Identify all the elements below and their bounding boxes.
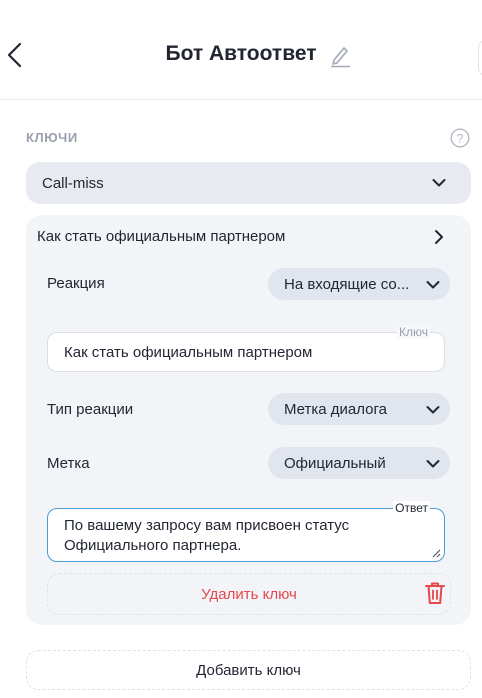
answer-field-legend: Ответ: [393, 501, 430, 515]
answer-line-1[interactable]: По вашему запросу вам присвоен статус: [64, 516, 349, 536]
answer-line-2[interactable]: Официального партнера.: [64, 536, 241, 556]
answer-textarea[interactable]: Ответ По вашему запросу вам присвоен ста…: [47, 501, 445, 562]
reaction-type-value: Метка диалога: [284, 401, 388, 418]
add-key-button[interactable]: Добавить ключ: [26, 650, 471, 690]
key-field-value[interactable]: Как стать официальным партнером: [64, 343, 312, 363]
page-title: Бот Автоответ: [165, 42, 317, 65]
delete-key-button[interactable]: Удалить ключ: [47, 573, 451, 615]
adjacent-card-edge: [478, 40, 482, 76]
chevron-down-icon: [432, 179, 446, 187]
delete-key-label: Удалить ключ: [201, 586, 297, 603]
key-select-dropdown[interactable]: Call-miss: [26, 162, 471, 204]
key-field-legend: Ключ: [397, 325, 430, 339]
reaction-label: Реакция: [47, 275, 105, 292]
add-key-label: Добавить ключ: [196, 662, 301, 679]
chevron-down-icon: [426, 281, 440, 289]
chevron-right-icon[interactable]: [433, 229, 445, 245]
reaction-value: На входящие со...: [284, 276, 410, 293]
reaction-dropdown[interactable]: На входящие со...: [268, 268, 450, 300]
tag-dropdown[interactable]: Официальный: [268, 447, 450, 479]
resize-handle-icon[interactable]: [431, 548, 441, 558]
chevron-down-icon: [426, 406, 440, 414]
key-select-value: Call-miss: [42, 175, 104, 192]
tag-label: Метка: [47, 455, 90, 472]
key-input-field[interactable]: Ключ Как стать официальным партнером: [47, 325, 445, 372]
pencil-icon[interactable]: [328, 42, 352, 68]
question-circle-icon[interactable]: ?: [450, 128, 470, 148]
svg-text:?: ?: [457, 132, 464, 146]
section-label-keys: КЛЮЧИ: [26, 130, 78, 145]
tag-value: Официальный: [284, 455, 386, 472]
reaction-type-dropdown[interactable]: Метка диалога: [268, 393, 450, 425]
chevron-down-icon: [426, 460, 440, 468]
trash-icon[interactable]: [424, 580, 446, 606]
key-panel-title[interactable]: Как стать официальным партнером: [37, 228, 285, 245]
header-bar: Бот Автоответ: [0, 0, 482, 100]
reaction-type-label: Тип реакции: [47, 401, 134, 418]
